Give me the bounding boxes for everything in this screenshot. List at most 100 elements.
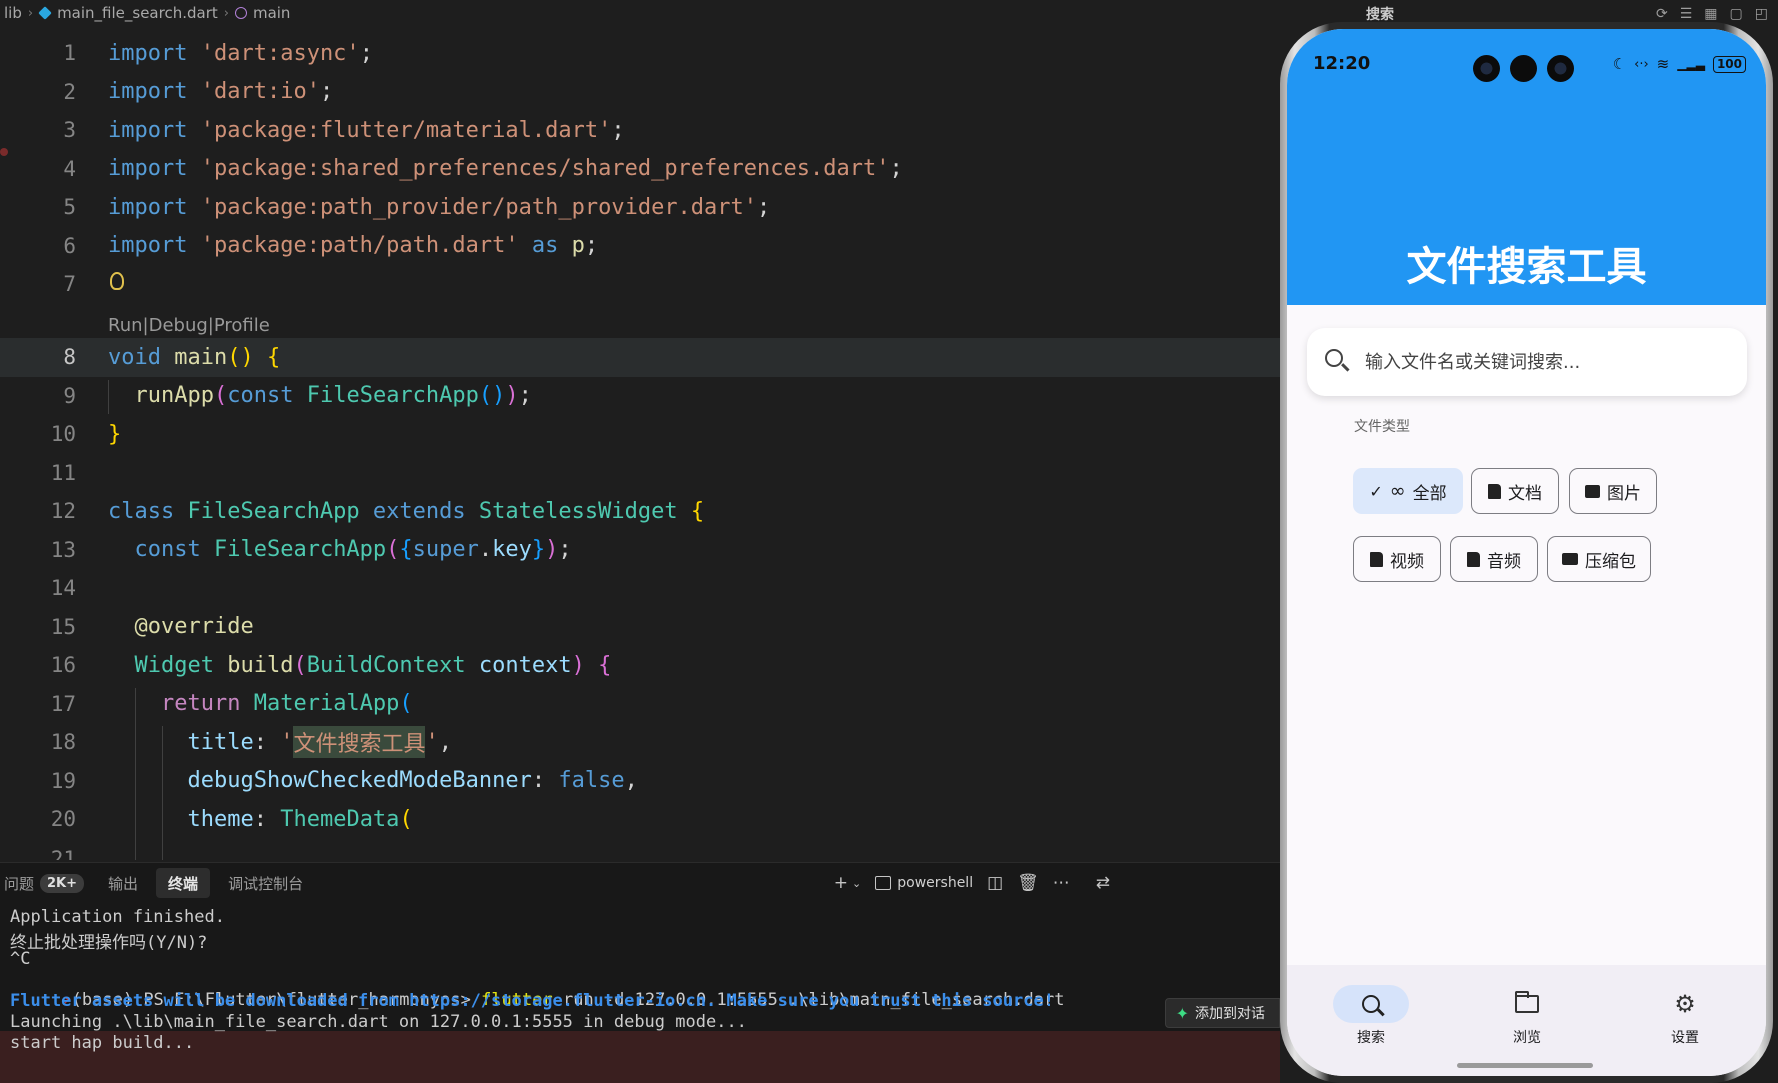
terminal-selector[interactable]: powershell [875,875,973,891]
tab-output[interactable]: 输出 [96,868,150,898]
code-line[interactable]: 7 [0,265,1280,304]
home-indicator[interactable] [1457,1063,1593,1068]
line-number: 7 [63,272,76,297]
breadcrumb-file[interactable]: main_file_search.dart [57,4,218,22]
gear-icon: ⚙ [1674,990,1696,1018]
panel-settings-icon[interactable]: ⇄ [1096,873,1110,893]
line-number: 11 [50,460,76,485]
trash-icon[interactable]: 🗑 [1017,873,1039,893]
line-number: 1 [63,41,76,66]
bottom-navigation: 搜索 浏览 ⚙ 设置 [1287,965,1766,1076]
check-icon: ✓ [1369,481,1383,501]
code-line[interactable]: 16 Widget build(BuildContext context) { [0,646,1280,685]
indent-guide [162,726,163,860]
code-line[interactable]: 3 import 'package:flutter/material.dart'… [0,111,1280,150]
code-line[interactable]: 14 [0,569,1280,608]
code-line[interactable]: 15 @override [0,608,1280,647]
line-number: 5 [63,195,76,220]
line-number: 3 [63,118,76,143]
code-line[interactable]: 1 import 'dart:async'; [0,34,1280,73]
breadcrumb-root[interactable]: lib [4,4,22,22]
chip-all[interactable]: ✓ ∞ 全部 [1353,468,1463,514]
code-line[interactable]: 17 return MaterialApp( [0,685,1280,724]
chip-images[interactable]: 图片 [1569,468,1657,514]
line-number: 2 [63,79,76,104]
line-number: 6 [63,233,76,258]
code-editor[interactable]: 1 import 'dart:async'; 2 import 'dart:io… [0,34,1280,860]
chip-archives[interactable]: 压缩包 [1547,536,1651,582]
line-number: 17 [50,691,76,716]
line-number: 19 [50,768,76,793]
plus-icon[interactable]: + [834,873,848,893]
code-line[interactable]: 19 debugShowCheckedModeBanner: false, [0,762,1280,801]
chip-videos[interactable]: 视频 [1353,536,1441,582]
code-line[interactable]: 6 import 'package:path/path.dart' as p; [0,227,1280,266]
code-line[interactable]: 21 [0,840,1280,860]
chip-documents[interactable]: 文档 [1471,468,1559,514]
image-icon [1585,484,1600,498]
lightbulb-icon[interactable] [110,272,124,290]
debug-link[interactable]: Debug [149,315,208,336]
nav-search[interactable]: 搜索 [1311,985,1431,1055]
tab-terminal[interactable]: 终端 [156,868,211,898]
code-line[interactable]: 2 import 'dart:io'; [0,73,1280,112]
nav-browse[interactable]: 浏览 [1467,985,1587,1055]
code-line-current[interactable]: 8 void main() { [0,338,1280,377]
line-number: 8 [63,345,76,370]
breadcrumb: lib › main_file_search.dart › main [0,0,1280,26]
signal-icon: ▁▂▃ [1677,57,1705,71]
battery-icon: 100 [1712,55,1746,73]
chevron-down-icon[interactable]: ⌄ [852,877,861,890]
code-line[interactable]: 20 theme: ThemeData( [0,800,1280,839]
collapse-icon[interactable]: ◰ [1755,6,1768,22]
line-number: 13 [50,537,76,562]
terminal-output[interactable]: Application finished. 终止批处理操作吗(Y/N)? ^C … [0,907,1280,1083]
search-box[interactable] [1307,328,1747,396]
dart-file-icon [38,6,52,20]
indent-guide [108,380,109,414]
chip-audio[interactable]: 音频 [1450,536,1538,582]
camera-icon [1510,55,1537,82]
chevron-right-icon: › [223,5,229,21]
audio-file-icon [1467,551,1480,567]
tab-problems[interactable]: 问题 2K+ [0,868,96,898]
status-icons: ☾ ‹·› ≋ ▁▂▃ 100 [1613,55,1746,73]
indent-guide [135,688,136,860]
archive-icon [1562,553,1578,565]
folder-icon [1515,991,1539,1013]
line-number: 14 [50,576,76,601]
code-line[interactable]: 5 import 'package:path_provider/path_pro… [0,188,1280,227]
document-icon [1488,483,1501,499]
line-number: 12 [50,499,76,524]
add-to-chat-button[interactable]: ✦ 添加到对话 [1164,998,1280,1028]
code-line[interactable]: 13 const FileSearchApp({super. key}); [0,531,1280,570]
code-line[interactable]: 10 } [0,415,1280,454]
phone-screen[interactable]: 12:20 ☾ ‹·› ≋ ▁▂▃ 100 文件搜索工具 输入文件名或关键词搜索… [1287,29,1766,1076]
camera-cutout [1473,55,1574,82]
code-line[interactable]: 4 import 'package:shared_preferences/sha… [0,150,1280,189]
tab-debug-console[interactable]: 调试控制台 [216,868,315,898]
nav-settings[interactable]: ⚙ 设置 [1625,985,1745,1055]
panel-actions: + ⌄ powershell ◫ 🗑 ⋯ ⇄ [834,863,1110,903]
app-bar: 12:20 ☾ ‹·› ≋ ▁▂▃ 100 文件搜索工具 [1287,29,1766,305]
refresh-icon[interactable]: ⟳ [1656,6,1668,22]
filter-icon[interactable]: ☰ [1680,6,1693,22]
infinity-icon: ∞ [1389,480,1406,502]
camera-icon [1547,55,1574,82]
line-number: 21 [50,847,76,860]
search-input[interactable] [1365,348,1735,376]
run-link[interactable]: Run [108,315,143,336]
layout-icon[interactable]: ▦ [1704,6,1717,22]
code-line[interactable]: 11 [0,454,1280,493]
status-time: 12:20 [1313,53,1371,74]
more-icon[interactable]: ⋯ [1053,873,1070,893]
profile-link[interactable]: Profile [214,315,270,336]
split-terminal-icon[interactable]: ◫ [987,873,1003,893]
status-bar: 12:20 ☾ ‹·› ≋ ▁▂▃ 100 [1287,29,1766,101]
new-file-icon[interactable]: ▢ [1730,6,1743,22]
code-line[interactable]: 12 class FileSearchApp extends Stateless… [0,492,1280,531]
code-line[interactable]: 9 runApp(const FileSearchApp()); [0,377,1280,416]
function-symbol-icon [234,7,247,19]
breadcrumb-symbol[interactable]: main [253,4,290,22]
code-line[interactable]: 18 title: ' 文件搜索工具 ', [0,723,1280,762]
